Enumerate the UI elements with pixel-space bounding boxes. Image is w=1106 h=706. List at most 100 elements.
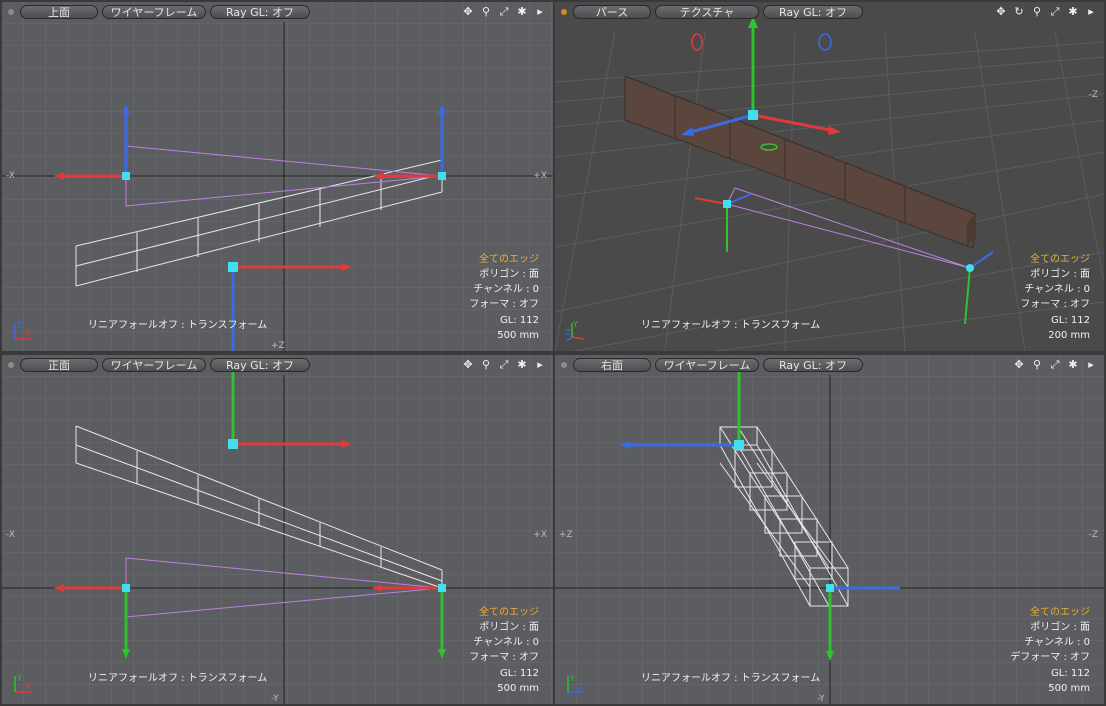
raygl-toggle-button[interactable]: Ray GL: オフ (763, 358, 863, 372)
settings-icon[interactable]: ✱ (1066, 5, 1080, 19)
axis-label-bottom: +Z (271, 341, 285, 351)
mini-axis-b: Z (565, 328, 571, 337)
gl-count-label: GL: 112 (1051, 314, 1090, 326)
viewport-indicator[interactable] (561, 9, 567, 15)
move-icon[interactable]: ✥ (1012, 358, 1026, 372)
axis-label-right: +X (533, 171, 547, 181)
axis-label-right: -Z (1088, 530, 1098, 540)
status-text: リニアフォールオフ : トランスフォーム (88, 673, 268, 684)
raygl-toggle-button[interactable]: Ray GL: オフ (763, 5, 863, 19)
settings-icon[interactable]: ✱ (515, 5, 529, 19)
move-icon[interactable]: ✥ (994, 5, 1008, 19)
fit-icon[interactable]: ⤢ (497, 5, 511, 19)
settings-icon[interactable]: ✱ (515, 358, 529, 372)
mini-axis-a: X (25, 329, 31, 338)
axis-orientation-icon: Y X (14, 674, 31, 693)
axis-label-left: -X (6, 171, 15, 181)
polygon-mode-label: ポリゴン : 面 (1030, 268, 1090, 280)
viewport-front[interactable]: 正面 ワイヤーフレーム Ray GL: オフ ✥ ⚲ ⤢ ✱ ▸ -X +X -… (2, 355, 553, 704)
viewport-front-header: 正面 ワイヤーフレーム Ray GL: オフ ✥ ⚲ ⤢ ✱ ▸ (2, 355, 553, 375)
menu-arrow-icon[interactable]: ▸ (533, 358, 547, 372)
fit-icon[interactable]: ⤢ (497, 358, 511, 372)
viewport-right[interactable]: 右面 ワイヤーフレーム Ray GL: オフ ✥ ⚲ ⤢ ✱ ▸ +Z -Z -… (555, 355, 1104, 704)
status-text: リニアフォールオフ : トランスフォーム (641, 320, 821, 331)
info-overlay: 全てのエッジ ポリゴン : 面 チャンネル : 0 デフォーマ : オフ GL:… (1010, 605, 1090, 696)
move-icon[interactable]: ✥ (461, 5, 475, 19)
fit-icon[interactable]: ⤢ (1048, 358, 1062, 372)
menu-arrow-icon[interactable]: ▸ (1084, 5, 1098, 19)
mini-axis-b: Z (578, 682, 584, 691)
polygon-mode-label: ポリゴン : 面 (479, 268, 539, 280)
raygl-toggle-button[interactable]: Ray GL: オフ (210, 5, 310, 19)
grid-size-label: 500 mm (1048, 682, 1090, 694)
polygon-mode-label: ポリゴン : 面 (1030, 621, 1090, 633)
viewport-tools: ✥ ⚲ ⤢ ✱ ▸ (461, 5, 547, 19)
axis-label-bottom: -Y (817, 694, 825, 704)
viewport-indicator[interactable] (8, 9, 14, 15)
shading-select-button[interactable]: ワイヤーフレーム (102, 358, 206, 372)
channel-label: チャンネル : 0 (473, 637, 539, 649)
viewport-tools: ✥ ⚲ ⤢ ✱ ▸ (461, 358, 547, 372)
channel-label: チャンネル : 0 (1024, 284, 1090, 296)
viewport-perspective[interactable]: パース テクスチャ Ray GL: オフ ✥ ↻ ⚲ ⤢ ✱ ▸ -Z Y Z … (555, 2, 1104, 351)
mini-axis-b: X (25, 682, 31, 691)
gl-count-label: GL: 112 (1051, 667, 1090, 679)
zoom-icon[interactable]: ⚲ (479, 5, 493, 19)
axis-orientation-icon: Y Z (567, 674, 584, 693)
channel-label: チャンネル : 0 (473, 284, 539, 296)
viewport-top[interactable]: 上面 ワイヤーフレーム Ray GL: オフ ✥ ⚲ ⤢ ✱ ▸ -X +X +… (2, 2, 553, 351)
gl-count-label: GL: 112 (500, 314, 539, 326)
view-select-button[interactable]: パース (573, 5, 651, 19)
fit-icon[interactable]: ⤢ (1048, 5, 1062, 19)
selection-mode-label: 全てのエッジ (479, 606, 539, 618)
rotate-icon[interactable]: ↻ (1012, 5, 1026, 19)
viewport-tools: ✥ ⚲ ⤢ ✱ ▸ (1012, 358, 1098, 372)
zoom-icon[interactable]: ⚲ (1030, 358, 1044, 372)
shading-select-button[interactable]: ワイヤーフレーム (102, 5, 206, 19)
deformer-label: フォーマ : オフ (469, 652, 539, 664)
deformer-label: デフォーマ : オフ (1010, 652, 1090, 664)
view-select-button[interactable]: 右面 (573, 358, 651, 372)
channel-label: チャンネル : 0 (1024, 637, 1090, 649)
zoom-icon[interactable]: ⚲ (1030, 5, 1044, 19)
mini-axis-b: Z (17, 321, 23, 330)
view-select-button[interactable]: 正面 (20, 358, 98, 372)
shading-select-button[interactable]: ワイヤーフレーム (655, 358, 759, 372)
move-icon[interactable]: ✥ (461, 358, 475, 372)
viewport-tools: ✥ ↻ ⚲ ⤢ ✱ ▸ (994, 5, 1098, 19)
info-overlay: 全てのエッジ ポリゴン : 面 チャンネル : 0 フォーマ : オフ GL: … (469, 605, 539, 696)
grid-size-label: 500 mm (497, 329, 539, 341)
axis-label-left: -X (6, 530, 15, 540)
status-text: リニアフォールオフ : トランスフォーム (88, 320, 268, 331)
polygon-mode-label: ポリゴン : 面 (479, 621, 539, 633)
grid-size-label: 200 mm (1048, 329, 1090, 341)
zoom-icon[interactable]: ⚲ (479, 358, 493, 372)
view-select-button[interactable]: 上面 (20, 5, 98, 19)
selection-mode-label: 全てのエッジ (1030, 253, 1090, 265)
info-overlay: 全てのエッジ ポリゴン : 面 チャンネル : 0 フォーマ : オフ GL: … (1020, 252, 1090, 343)
menu-arrow-icon[interactable]: ▸ (533, 5, 547, 19)
mini-axis-a: Y (572, 320, 578, 329)
axis-orientation-icon: X Z (14, 321, 31, 340)
axis-label-bottom: -Y (271, 694, 279, 704)
viewport-perspective-header: パース テクスチャ Ray GL: オフ ✥ ↻ ⚲ ⤢ ✱ ▸ (555, 2, 1104, 22)
gl-count-label: GL: 112 (500, 667, 539, 679)
info-overlay: 全てのエッジ ポリゴン : 面 チャンネル : 0 フォーマ : オフ GL: … (469, 252, 539, 343)
axis-label-left: +Z (559, 530, 573, 540)
menu-arrow-icon[interactable]: ▸ (1084, 358, 1098, 372)
status-text: リニアフォールオフ : トランスフォーム (641, 673, 821, 684)
selection-mode-label: 全てのエッジ (1030, 606, 1090, 618)
axis-orientation-icon: Y Z (565, 320, 585, 342)
shading-select-button[interactable]: テクスチャ (655, 5, 759, 19)
viewport-right-header: 右面 ワイヤーフレーム Ray GL: オフ ✥ ⚲ ⤢ ✱ ▸ (555, 355, 1104, 375)
viewport-indicator[interactable] (561, 362, 567, 368)
mini-axis-a: Y (16, 674, 22, 683)
viewport-top-header: 上面 ワイヤーフレーム Ray GL: オフ ✥ ⚲ ⤢ ✱ ▸ (2, 2, 553, 22)
settings-icon[interactable]: ✱ (1066, 358, 1080, 372)
axis-label-right: +X (533, 530, 547, 540)
grid-size-label: 500 mm (497, 682, 539, 694)
selection-mode-label: 全てのエッジ (479, 253, 539, 265)
viewport-indicator[interactable] (8, 362, 14, 368)
mini-axis-a: Y (569, 674, 575, 683)
raygl-toggle-button[interactable]: Ray GL: オフ (210, 358, 310, 372)
